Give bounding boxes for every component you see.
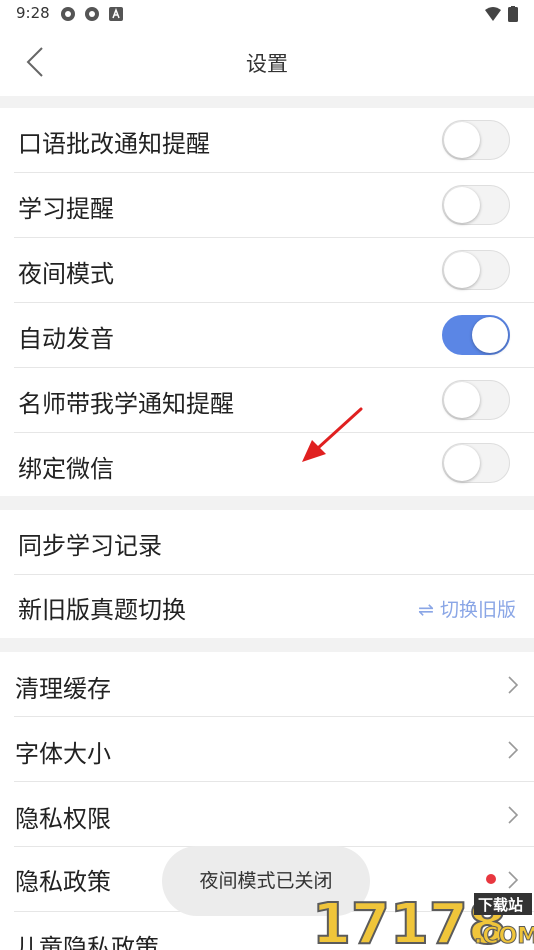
battery-icon [508,6,518,22]
menu-item-clear-cache[interactable]: 清理缓存 [0,652,534,717]
row-label: 新旧版真题切换 [18,596,186,624]
toggle-row-auto-pronounce: 自动发音 [0,303,534,368]
app-notification-icon [61,7,75,21]
page-title: 设置 [246,52,288,76]
font-notification-icon [109,7,123,21]
section-gap [0,638,534,652]
study-reminder-toggle[interactable] [442,185,510,225]
toggle-label: 夜间模式 [18,260,114,288]
wifi-icon [485,7,501,21]
row-label: 同步学习记录 [18,532,162,560]
toggle-knob [444,382,480,418]
toggle-label: 绑定微信 [18,455,114,483]
toggle-row-speaking-notify: 口语批改通知提醒 [0,108,534,173]
watermark-logo: 17178 下载站 .COM [311,891,534,950]
chevron-right-icon [508,741,519,759]
svg-text:.COM: .COM [474,924,534,949]
app-notification-icon [85,7,99,21]
section-gap [0,496,534,510]
toggle-label: 学习提醒 [18,195,114,223]
svg-text:下载站: 下载站 [478,896,523,914]
toggle-knob [444,187,480,223]
auto-pronounce-toggle[interactable] [442,315,510,355]
switch-old-version-button[interactable]: ⇌ 切换旧版 [418,595,516,622]
toggle-knob [444,252,480,288]
sync-study-record-row[interactable]: 同步学习记录 [0,510,534,575]
toggle-row-teacher-notify: 名师带我学通知提醒 [0,368,534,433]
unread-dot [486,874,496,884]
toggle-row-bind-wechat: 绑定微信 [0,433,534,496]
night-mode-toggle[interactable] [442,250,510,290]
teacher-notify-toggle[interactable] [442,380,510,420]
toggle-row-night-mode: 夜间模式 [0,238,534,303]
status-bar: 9:28 [0,0,534,28]
toggle-knob [444,445,480,481]
menu-item-font-size[interactable]: 字体大小 [0,717,534,782]
menu-item-label: 字体大小 [15,740,111,768]
version-switch-row: 新旧版真题切换 ⇌ 切换旧版 [0,575,534,638]
toggle-label: 口语批改通知提醒 [18,130,210,158]
speaking-notify-toggle[interactable] [442,120,510,160]
status-time: 9:28 [16,4,50,22]
toggle-row-study-reminder: 学习提醒 [0,173,534,238]
chevron-right-icon [508,806,519,824]
menu-item-label: 儿童隐私政策 [15,934,159,950]
toggle-label: 自动发音 [18,325,114,353]
chevron-right-icon [508,676,519,694]
menu-item-privacy-permissions[interactable]: 隐私权限 [0,782,534,847]
nav-bar: 设置 [0,28,534,96]
toggle-label: 名师带我学通知提醒 [18,390,234,418]
menu-item-label: 隐私政策 [15,868,111,896]
toggle-knob [444,122,480,158]
section-gap [0,96,534,108]
menu-item-label: 隐私权限 [15,805,111,833]
toggle-knob [472,317,508,353]
menu-item-label: 清理缓存 [15,675,111,703]
bind-wechat-toggle[interactable] [442,443,510,483]
